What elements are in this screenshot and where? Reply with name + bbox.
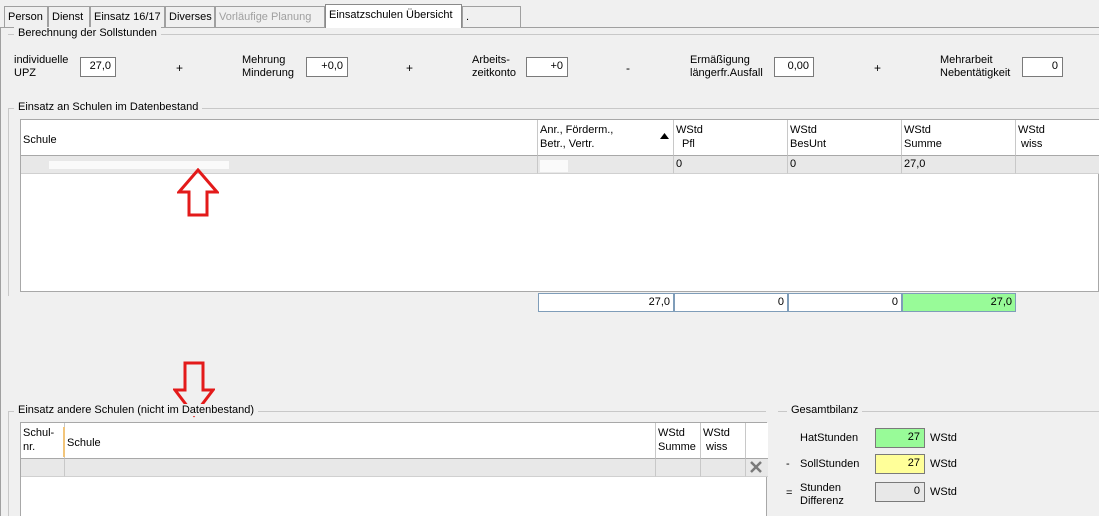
total-pfl: 0 bbox=[674, 293, 788, 312]
cell-wiss[interactable] bbox=[1016, 156, 1099, 174]
arbeitszeitkonto-field[interactable]: +0 bbox=[526, 57, 568, 77]
col-header-summe[interactable]: WStd Summe bbox=[902, 120, 1016, 156]
col-header-schulnr[interactable]: Schul-nr. bbox=[21, 423, 65, 459]
bilanz-group-title: Gesamtbilanz bbox=[787, 404, 863, 416]
einsatz-group-left-border bbox=[8, 108, 9, 296]
total-besunt: 0 bbox=[788, 293, 902, 312]
close-icon bbox=[750, 461, 762, 473]
hatstunden-unit: WStd bbox=[930, 432, 957, 444]
col-header-besunt[interactable]: WStd BesUnt bbox=[788, 120, 902, 156]
tab-person[interactable]: Person bbox=[4, 6, 48, 27]
cell-pfl[interactable]: 0 bbox=[674, 156, 788, 174]
minus-operator: - bbox=[626, 61, 630, 75]
minus-operator: - bbox=[786, 458, 790, 470]
sollstunden-label: SollStunden bbox=[800, 458, 860, 470]
tab-bar: Person Dienst Einsatz 16/17 Diverses Vor… bbox=[0, 0, 1099, 28]
col-header-schule[interactable]: Schule bbox=[21, 120, 538, 156]
plus-operator: + bbox=[406, 61, 414, 75]
cell-schule[interactable] bbox=[21, 156, 538, 174]
tab-vorlaeufige-planung[interactable]: Vorläufige Planung bbox=[215, 6, 325, 27]
redacted-value bbox=[540, 160, 568, 172]
cell-wiss[interactable] bbox=[701, 459, 746, 477]
col-header-wiss[interactable]: WStd wiss bbox=[701, 423, 746, 459]
tab-einsatzschulen-uebersicht[interactable]: Einsatzschulen Übersicht bbox=[325, 4, 462, 28]
cell-summe[interactable] bbox=[656, 459, 701, 477]
cell-summe[interactable]: 27,0 bbox=[902, 156, 1016, 174]
plus-operator: + bbox=[874, 61, 882, 75]
mehrung-label: Mehrung Minderung bbox=[242, 54, 294, 79]
col-header-summe[interactable]: WStd Summe bbox=[656, 423, 701, 459]
ermaessigung-field[interactable]: 0,00 bbox=[774, 57, 814, 77]
hatstunden-label: HatStunden bbox=[800, 432, 859, 444]
delete-row-button[interactable] bbox=[746, 459, 768, 477]
soll-group-title: Berechnung der Sollstunden bbox=[14, 27, 161, 39]
hatstunden-field: 27 bbox=[875, 428, 925, 448]
total-anr: 27,0 bbox=[538, 293, 674, 312]
cell-anr[interactable] bbox=[538, 156, 674, 174]
cell-schule[interactable] bbox=[65, 459, 656, 477]
andere-grid[interactable]: Schul-nr. Schule WStd Summe WStd wiss bbox=[20, 422, 768, 516]
col-header-blank bbox=[746, 423, 768, 459]
sollstunden-field: 27 bbox=[875, 454, 925, 474]
sollstunden-unit: WStd bbox=[930, 458, 957, 470]
mehrung-field[interactable]: +0,0 bbox=[306, 57, 348, 77]
equals-operator: = bbox=[786, 487, 793, 499]
differenz-unit: WStd bbox=[930, 486, 957, 498]
tab-diverses[interactable]: Diverses bbox=[165, 6, 215, 27]
differenz-label: Stunden Differenz bbox=[800, 482, 844, 507]
upz-field[interactable]: 27,0 bbox=[80, 57, 116, 77]
ermaessigung-label: Ermäßigung längerfr.Ausfall bbox=[690, 54, 763, 79]
arrow-up-icon bbox=[177, 168, 219, 217]
sort-up-icon bbox=[660, 133, 669, 139]
col-header-schule[interactable]: Schule bbox=[65, 423, 656, 459]
upz-label: individuelle UPZ bbox=[14, 54, 69, 79]
arbeitszeitkonto-label: Arbeits-zeitkonto bbox=[472, 54, 517, 79]
andere-group-title: Einsatz andere Schulen (nicht im Datenbe… bbox=[14, 404, 259, 416]
mehrarbeit-field[interactable]: 0 bbox=[1022, 57, 1063, 77]
differenz-field: 0 bbox=[875, 482, 925, 502]
cell-schulnr[interactable] bbox=[21, 459, 65, 477]
mehrarbeit-label: Mehrarbeit Nebentätigkeit bbox=[940, 54, 1011, 79]
col-header-wiss[interactable]: WStd wiss bbox=[1016, 120, 1099, 156]
soll-group-line bbox=[8, 34, 1099, 35]
tab-dienst[interactable]: Dienst bbox=[48, 6, 90, 27]
einsatz-group-title: Einsatz an Schulen im Datenbestand bbox=[14, 101, 203, 113]
col-header-anr[interactable]: Anr., Förderm., Betr., Vertr. bbox=[538, 120, 674, 156]
cell-besunt[interactable]: 0 bbox=[788, 156, 902, 174]
andere-group-left-border bbox=[8, 411, 9, 516]
tab-einsatz[interactable]: Einsatz 16/17 bbox=[90, 6, 165, 27]
tab-more[interactable]: . bbox=[462, 6, 521, 27]
col-header-pfl[interactable]: WStd Pfl bbox=[674, 120, 788, 156]
total-summe: 27,0 bbox=[902, 293, 1016, 312]
plus-operator: + bbox=[176, 61, 184, 75]
